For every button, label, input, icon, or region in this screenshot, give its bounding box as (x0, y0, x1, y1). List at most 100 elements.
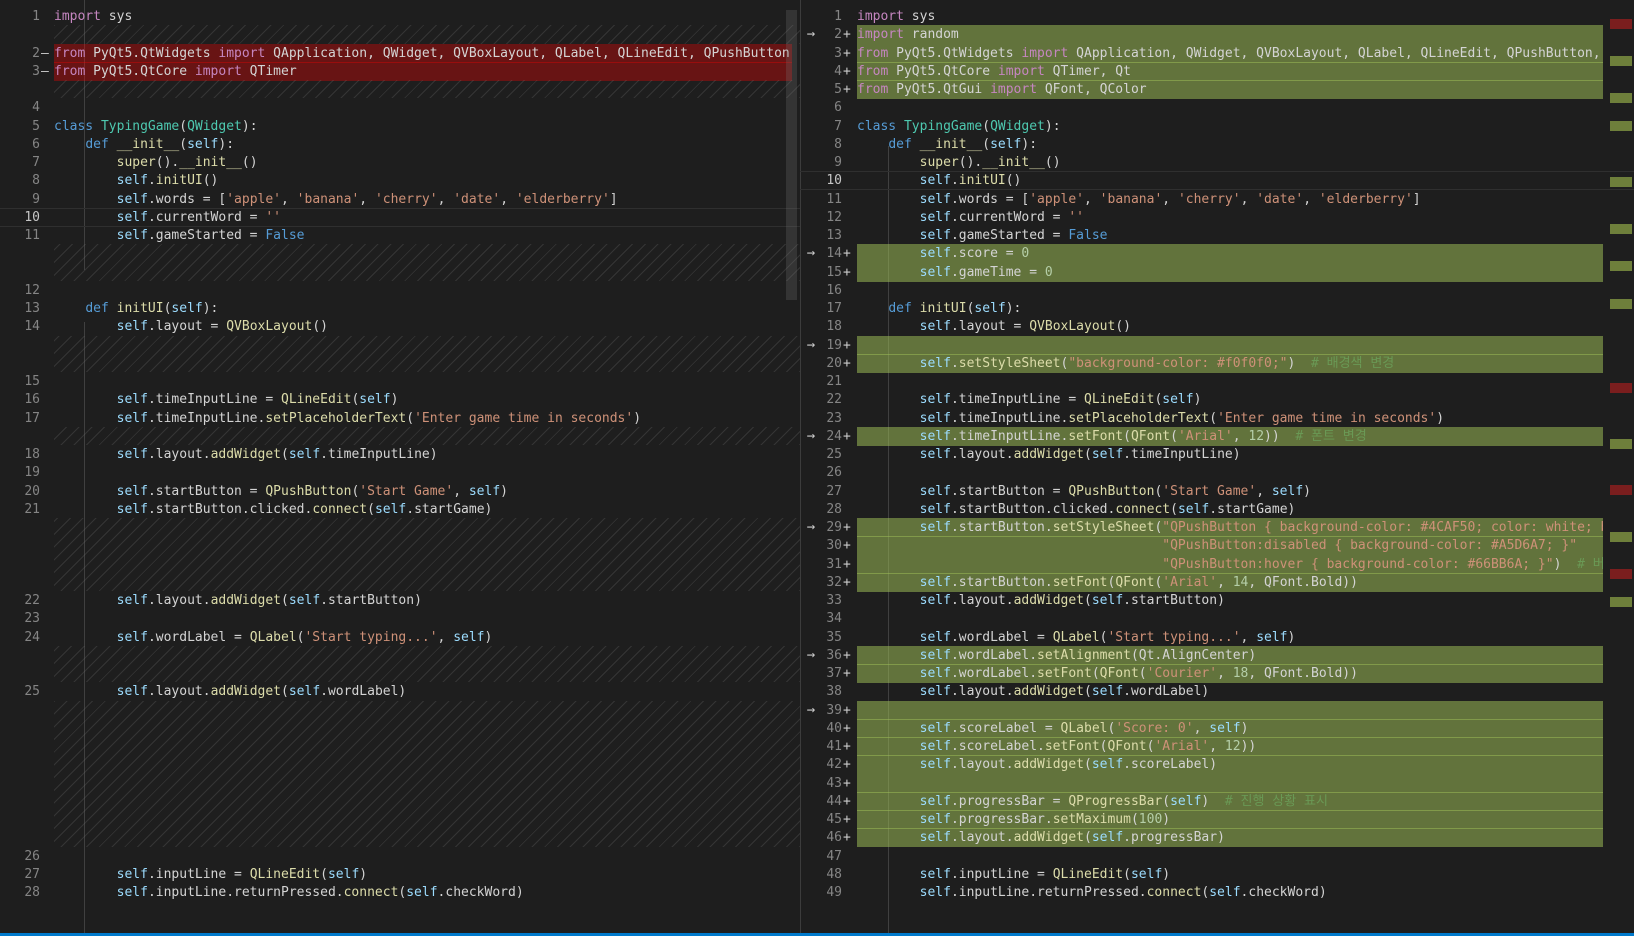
code-line[interactable]: 6 def __init__(self): (0, 135, 800, 154)
code-line[interactable]: 28 self.inputLine.returnPressed.connect(… (0, 883, 800, 902)
code-text[interactable]: super().__init__() (857, 153, 1603, 172)
code-line[interactable]: 13 self.gameStarted = False (800, 226, 1634, 245)
code-line[interactable]: 14 + self.score = 0 (800, 244, 1634, 264)
code-text[interactable]: def initUI(self): (54, 299, 792, 318)
code-text[interactable] (857, 463, 1603, 482)
code-line[interactable]: 1 import sys (0, 7, 800, 26)
code-line[interactable]: 8 self.initUI() (0, 171, 800, 190)
code-text[interactable]: self.wordLabel = QLabel('Start typing...… (54, 628, 792, 647)
revert-change-arrow-icon[interactable]: → (802, 427, 820, 446)
code-line[interactable]: 7 class TypingGame(QWidget): (800, 117, 1634, 136)
code-text[interactable]: self.startButton.clicked.connect(self.st… (54, 500, 792, 519)
code-text[interactable]: self.initUI() (857, 171, 1603, 190)
code-text[interactable]: import random (857, 25, 1603, 45)
modified-editor-pane[interactable]: 1 import sys 2 + import random 3 + from PyQt5.Q… (800, 0, 1634, 933)
code-line[interactable]: 49 self.inputLine.returnPressed.connect(… (800, 883, 1634, 902)
code-line[interactable]: 19 (0, 463, 800, 482)
code-line[interactable]: 32 + self.startButton.setFont(QFont('Aria… (800, 572, 1634, 592)
code-line[interactable]: 18 self.layout.addWidget(self.timeInputL… (0, 445, 800, 464)
revert-change-arrow-icon[interactable]: → (802, 25, 820, 44)
code-text[interactable]: self.currentWord = '' (54, 208, 792, 227)
code-text[interactable] (857, 700, 1603, 720)
code-line[interactable]: 7 super().__init__() (0, 153, 800, 172)
code-line[interactable]: 10 self.initUI() (800, 171, 1634, 190)
code-text[interactable]: self.layout.addWidget(self.startButton) (54, 591, 792, 610)
code-text[interactable]: "QPushButton:hover { background-color: #… (857, 554, 1603, 574)
code-line[interactable]: 26 (800, 463, 1634, 482)
code-text[interactable]: self.progressBar = QProgressBar(self) # … (857, 791, 1603, 811)
code-line[interactable]: 23 (0, 609, 800, 628)
code-text[interactable]: self.timeInputLine.setFont(QFont('Arial'… (857, 426, 1603, 446)
code-text[interactable]: self.setStyleSheet("background-color: #f… (857, 353, 1603, 373)
code-text[interactable]: self.gameStarted = False (857, 226, 1603, 245)
code-text[interactable]: self.startButton.setStyleSheet("QPushBut… (857, 518, 1603, 537)
revert-change-arrow-icon[interactable]: → (802, 646, 820, 665)
code-text[interactable]: import sys (54, 7, 792, 26)
code-line[interactable]: 25 self.layout.addWidget(self.timeInputL… (800, 445, 1634, 464)
code-text[interactable]: self.timeInputLine = QLineEdit(self) (857, 390, 1603, 409)
code-text[interactable]: self.layout = QVBoxLayout() (54, 317, 792, 336)
code-text[interactable]: self.scoreLabel = QLabel('Score: 0', sel… (857, 718, 1603, 738)
code-line[interactable]: 19 + (800, 335, 1634, 355)
code-text[interactable]: self.gameStarted = False (54, 226, 792, 245)
code-text[interactable]: self.progressBar.setMaximum(100) (857, 810, 1603, 829)
code-line[interactable]: 11 self.words = ['apple', 'banana', 'che… (800, 190, 1634, 209)
code-line[interactable]: 43 + (800, 773, 1634, 793)
code-text[interactable]: from PyQt5.QtWidgets import QApplication… (54, 43, 792, 63)
code-text[interactable]: def initUI(self): (857, 299, 1603, 318)
code-text[interactable]: import sys (857, 7, 1603, 26)
code-line[interactable]: 12 self.currentWord = '' (800, 208, 1634, 227)
code-text[interactable] (54, 463, 792, 482)
code-text[interactable] (54, 372, 792, 391)
code-line[interactable]: 24 + self.timeInputLine.setFont(QFont('Ar… (800, 426, 1634, 446)
code-text[interactable]: from PyQt5.QtGui import QFont, QColor (857, 80, 1603, 99)
code-text[interactable]: self.gameTime = 0 (857, 262, 1603, 282)
code-text[interactable] (54, 609, 792, 628)
code-line[interactable]: 30 + "QPushButton:disabled { background-c… (800, 536, 1634, 556)
code-line[interactable]: 31 + "QPushButton:hover { background-colo… (800, 554, 1634, 574)
code-line[interactable]: 9 super().__init__() (800, 153, 1634, 172)
code-text[interactable]: self.layout.addWidget(self.wordLabel) (857, 682, 1603, 701)
code-line[interactable]: 2— from PyQt5.QtWidgets import QApplicati… (0, 43, 800, 63)
code-line[interactable]: 39 + (800, 700, 1634, 720)
code-line[interactable]: 22 self.timeInputLine = QLineEdit(self) (800, 390, 1634, 409)
code-line[interactable]: 5 + from PyQt5.QtGui import QFont, QColor (800, 80, 1634, 99)
code-text[interactable]: self.inputLine.returnPressed.connect(sel… (857, 883, 1603, 902)
code-line[interactable]: 17 def initUI(self): (800, 299, 1634, 318)
code-text[interactable] (54, 847, 792, 866)
code-line[interactable]: 4 (0, 98, 800, 117)
code-text[interactable]: self.score = 0 (857, 244, 1603, 264)
code-line[interactable]: 46 + self.layout.addWidget(self.progressB… (800, 828, 1634, 848)
code-line[interactable]: 11 self.gameStarted = False (0, 226, 800, 245)
code-line[interactable]: 44 + self.progressBar = QProgressBar(self… (800, 791, 1634, 811)
code-text[interactable]: self.layout = QVBoxLayout() (857, 317, 1603, 336)
code-text[interactable]: from PyQt5.QtWidgets import QApplication… (857, 43, 1603, 63)
code-line[interactable]: 34 (800, 609, 1634, 628)
code-text[interactable] (54, 281, 792, 300)
revert-change-arrow-icon[interactable]: → (802, 701, 820, 720)
code-line[interactable]: 21 (800, 372, 1634, 391)
code-line[interactable]: 29 + self.startButton.setStyleSheet("QPus… (800, 518, 1634, 537)
code-text[interactable]: self.wordLabel.setAlignment(Qt.AlignCent… (857, 645, 1603, 665)
code-line[interactable]: 6 (800, 98, 1634, 117)
code-text[interactable] (857, 372, 1603, 391)
code-line[interactable]: 22 self.layout.addWidget(self.startButto… (0, 591, 800, 610)
code-line[interactable]: 16 (800, 281, 1634, 300)
code-line[interactable]: 24 self.wordLabel = QLabel('Start typing… (0, 628, 800, 647)
code-text[interactable] (857, 335, 1603, 355)
code-line[interactable]: 27 self.inputLine = QLineEdit(self) (0, 865, 800, 884)
code-text[interactable]: "QPushButton:disabled { background-color… (857, 536, 1603, 556)
code-line[interactable]: 18 self.layout = QVBoxLayout() (800, 317, 1634, 336)
code-line[interactable]: 47 (800, 847, 1634, 866)
code-text[interactable]: def __init__(self): (54, 135, 792, 154)
code-line[interactable]: 2 + import random (800, 25, 1634, 45)
code-line[interactable]: 37 + self.wordLabel.setFont(QFont('Courie… (800, 664, 1634, 683)
code-text[interactable]: self.layout.addWidget(self.scoreLabel) (857, 755, 1603, 775)
code-text[interactable]: self.layout.addWidget(self.timeInputLine… (857, 445, 1603, 464)
code-text[interactable]: super().__init__() (54, 153, 792, 172)
code-line[interactable]: 26 (0, 847, 800, 866)
code-line[interactable]: 5 class TypingGame(QWidget): (0, 117, 800, 136)
code-line[interactable]: 14 self.layout = QVBoxLayout() (0, 317, 800, 336)
code-line[interactable]: 25 self.layout.addWidget(self.wordLabel) (0, 682, 800, 701)
code-line[interactable]: 20 self.startButton = QPushButton('Start… (0, 482, 800, 501)
